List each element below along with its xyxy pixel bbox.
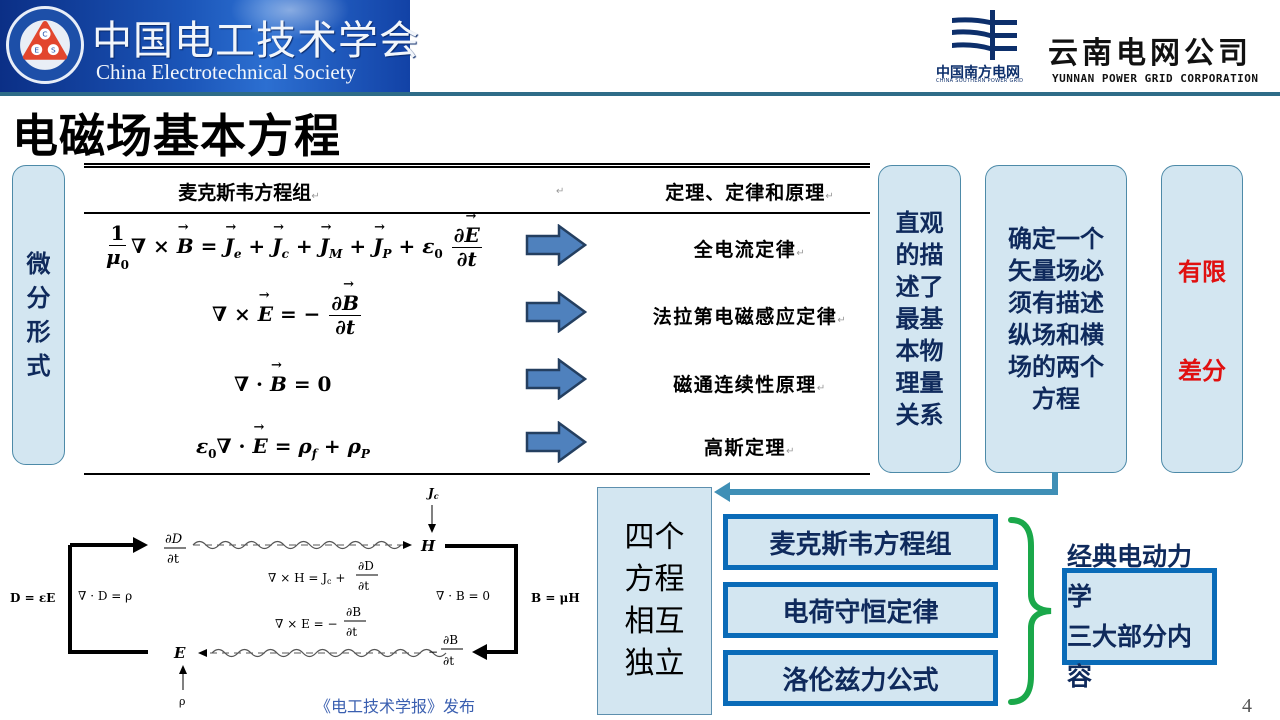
label-curlE-frac-den: ∂t	[346, 625, 357, 639]
equation-gauss-magnetic: ∇ · B = 0	[234, 358, 331, 396]
header-text: 定理、定律和原理	[665, 182, 826, 204]
equation-ampere: 1μ0∇ × B = Je + Jc + JM + JP + ε0 ∂E∂t	[104, 210, 484, 273]
law-text: 高斯定理	[704, 437, 787, 459]
society-name-en: China Electrotechnical Society	[96, 60, 357, 84]
classical-electrodynamics-box: 经典电动力学 三大部分内容	[1062, 542, 1217, 691]
company-name-en: YUNNAN POWER GRID CORPORATION	[1052, 72, 1259, 85]
law-text: 磁通连续性原理	[673, 374, 817, 396]
table-top-rule	[84, 166, 870, 168]
finite-difference-panel: 有限 差分	[1161, 165, 1243, 473]
summary-item-charge-conservation: 电荷守恒定律	[723, 582, 998, 638]
label-dB-dt: ∂t	[443, 654, 454, 668]
equation-faraday: ∇ × E = − ∂B∂t	[212, 278, 363, 339]
label-dt: ∂t	[167, 552, 180, 567]
csg-name-en: CHINA SOUTHERN POWER GRID	[936, 78, 1024, 84]
law-gauss: 高斯定理↵	[630, 433, 870, 460]
label-curlH-frac-num: ∂D	[358, 559, 374, 573]
page-title: 电磁场基本方程	[12, 109, 341, 163]
difference-text: 差分	[1178, 357, 1226, 385]
table-header-rule	[84, 212, 870, 214]
ces-logo: C E S	[6, 6, 84, 84]
label-E: E	[173, 644, 186, 662]
right-arrow-icon	[525, 358, 587, 400]
right-arrow-icon	[525, 224, 587, 266]
table-top-rule	[84, 163, 870, 165]
differential-form-text: 微分形式	[26, 250, 51, 380]
maxwell-cycle-diagram: ∂D ∂t H E Jc ρ D = εE ∇ · D = ρ ∇ · B = …	[10, 486, 580, 708]
header-rule	[0, 92, 410, 96]
arrow-head	[133, 537, 148, 553]
label-Jc: Jc	[426, 486, 439, 501]
label-B-eq: B = μH	[531, 591, 580, 605]
law-text: 全电流定律	[693, 239, 797, 261]
panel-text: 确定一个矢量场必须有描述纵场和横场的两个方程	[1008, 225, 1104, 413]
arrow-head	[472, 644, 487, 660]
header-text: 麦克斯韦方程组	[178, 182, 312, 204]
finite-text: 有限	[1178, 258, 1226, 286]
differential-form-label: 微分形式	[12, 165, 65, 465]
independent-equations-box: 四个方程相互独立	[597, 487, 712, 715]
table-header-equations: 麦克斯韦方程组↵	[84, 178, 414, 205]
label-divD: ∇ · D = ρ	[78, 589, 132, 603]
curly-brace-icon	[1008, 517, 1052, 705]
summary-item-lorentz: 洛伦兹力公式	[723, 650, 998, 706]
equation-gauss-electric: ε0∇ · E = ρf + ρP	[196, 420, 370, 461]
item-text: 麦克斯韦方程组	[769, 529, 952, 560]
label-rho: ρ	[179, 695, 185, 708]
label-curlE-frac-num: ∂B	[346, 605, 361, 619]
label-dB: ∂B	[443, 633, 458, 647]
wave-line	[192, 540, 402, 550]
paragraph-mark: ↵	[816, 383, 827, 394]
label-curlH: ∇ × H = Jc +	[268, 571, 345, 586]
connector-arrow-icon	[714, 472, 1058, 502]
logo-letter-s: S	[51, 45, 56, 54]
paragraph-mark: ↵	[825, 191, 835, 202]
society-name-cn: 中国电工技术学会	[92, 18, 420, 64]
vector-field-panel: 确定一个矢量场必须有描述纵场和横场的两个方程	[985, 165, 1127, 473]
paragraph-mark: ↵	[556, 186, 565, 197]
label-curlE: ∇ × E = −	[275, 617, 338, 631]
box-text: 经典电动力学	[1067, 541, 1193, 611]
label-dD: ∂D	[165, 532, 183, 547]
summary-item-maxwell: 麦克斯韦方程组	[723, 514, 998, 570]
right-arrow-icon	[525, 291, 587, 333]
box-text: 四个方程相互独立	[624, 520, 685, 681]
box-text: 三大部分内容	[1067, 621, 1193, 691]
paragraph-mark: ↵	[786, 446, 796, 457]
panel-text: 直观的描述了最基本物理量关系	[895, 209, 944, 429]
intuitive-description-panel: 直观的描述了最基本物理量关系	[878, 165, 961, 473]
item-text: 电荷守恒定律	[782, 597, 939, 628]
logo-letter-c: C	[42, 30, 47, 39]
law-faraday: 法拉第电磁感应定律↵	[630, 302, 870, 329]
label-D-eq: D = εE	[10, 591, 55, 605]
logo-letter-e: E	[34, 45, 39, 54]
company-name-cn: 云南电网公司	[1048, 36, 1252, 71]
law-ampere: 全电流定律↵	[630, 235, 870, 262]
page-number: 4	[1242, 695, 1252, 717]
right-arrow-icon	[525, 421, 587, 463]
label-divB: ∇ · B = 0	[436, 589, 490, 603]
header-rule	[410, 92, 1280, 96]
csg-logo-icon	[950, 10, 1022, 60]
label-minus: −	[428, 645, 438, 659]
law-text: 法拉第电磁感应定律	[652, 306, 838, 328]
paragraph-mark: ↵	[311, 191, 320, 202]
paragraph-mark: ↵	[837, 315, 848, 326]
table-header-laws: 定理、定律和原理↵	[630, 178, 870, 205]
label-H: H	[420, 537, 436, 555]
journal-credit: 《电工技术学报》发布	[315, 697, 476, 716]
item-text: 洛伦兹力公式	[782, 665, 939, 696]
label-curlH-frac-den: ∂t	[358, 579, 369, 593]
paragraph-mark: ↵	[796, 248, 807, 259]
law-flux-continuity: 磁通连续性原理↵	[630, 370, 870, 397]
